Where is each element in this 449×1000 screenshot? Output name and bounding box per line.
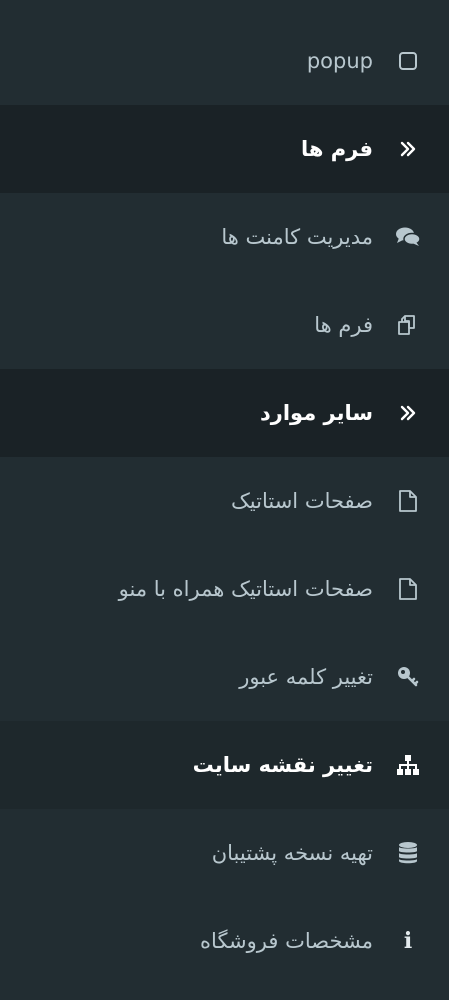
sitemap-icon bbox=[395, 752, 421, 778]
menu-header-others[interactable]: سایر موارد bbox=[0, 369, 449, 457]
info-icon: i bbox=[403, 928, 413, 954]
file-icon bbox=[395, 488, 421, 514]
menu-item-popup-label: popup bbox=[306, 49, 373, 73]
key-icon bbox=[395, 664, 421, 690]
sidebar-menu: popup فرم ها مدیریت کامنت ها فرم ها سایر… bbox=[0, 0, 449, 1000]
menu-item-backup-label: تهیه نسخه پشتیبان bbox=[211, 841, 373, 865]
menu-item-store-info-label: مشخصات فروشگاه bbox=[200, 929, 373, 953]
menu-item-store-info[interactable]: مشخصات فروشگاه i bbox=[0, 897, 449, 985]
menu-item-static-pages-label: صفحات استاتیک bbox=[231, 489, 373, 513]
menu-item-static-pages-menu-label: صفحات استاتیک همراه با منو bbox=[118, 577, 373, 601]
menu-item-change-sitemap[interactable]: تغییر نقشه سایت bbox=[0, 721, 449, 809]
menu-item-popup[interactable]: popup bbox=[0, 17, 449, 105]
menu-item-static-pages[interactable]: صفحات استاتیک bbox=[0, 457, 449, 545]
copy-icon bbox=[395, 312, 421, 338]
menu-item-change-password[interactable]: تغییر کلمه عبور bbox=[0, 633, 449, 721]
menu-header-others-label: سایر موارد bbox=[259, 401, 373, 425]
menu-item-forms[interactable]: فرم ها bbox=[0, 281, 449, 369]
menu-item-backup[interactable]: تهیه نسخه پشتیبان bbox=[0, 809, 449, 897]
database-icon bbox=[395, 840, 421, 866]
square-outline-icon bbox=[395, 48, 421, 74]
double-chevron-icon bbox=[395, 136, 421, 162]
double-chevron-icon bbox=[395, 400, 421, 426]
menu-item-change-sitemap-label: تغییر نقشه سایت bbox=[192, 753, 373, 777]
menu-item-change-password-label: تغییر کلمه عبور bbox=[239, 665, 373, 689]
file-icon bbox=[395, 576, 421, 602]
menu-item-comments[interactable]: مدیریت کامنت ها bbox=[0, 193, 449, 281]
menu-header-forms-label: فرم ها bbox=[301, 137, 373, 161]
menu-item-comments-label: مدیریت کامنت ها bbox=[221, 225, 373, 249]
menu-item-static-pages-menu[interactable]: صفحات استاتیک همراه با منو bbox=[0, 545, 449, 633]
menu-header-forms[interactable]: فرم ها bbox=[0, 105, 449, 193]
comments-icon bbox=[395, 224, 421, 250]
menu-item-forms-label: فرم ها bbox=[314, 313, 373, 337]
